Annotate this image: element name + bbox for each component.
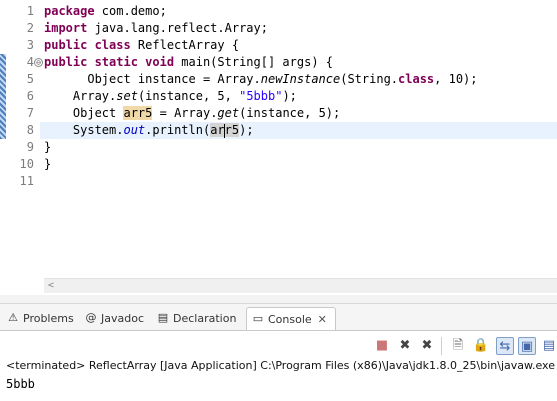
scroll-lock-icon[interactable]: 🔒 xyxy=(472,337,490,355)
code-token: public class xyxy=(44,38,131,52)
code-token: ReflectArray { xyxy=(130,38,240,52)
code-token: System. xyxy=(44,123,124,137)
code-line[interactable]: Object arr5 = Array.get(instance, 5); xyxy=(44,105,557,122)
fold-collapse-icon[interactable]: ⊖ xyxy=(34,58,43,67)
code-line[interactable]: package com.demo; xyxy=(44,3,557,20)
code-token: ar xyxy=(210,123,225,137)
code-line[interactable]: Object instance = Array.newInstance(Stri… xyxy=(44,71,557,88)
code-token: import xyxy=(44,21,88,35)
code-line[interactable]: import java.lang.reflect.Array; xyxy=(44,20,557,37)
tab-console[interactable]: ▭ Console ✕ xyxy=(246,307,336,330)
tab-label: Console xyxy=(268,312,312,326)
tab-declaration[interactable]: ▤ Declaration xyxy=(152,307,244,329)
code-token: } xyxy=(44,157,52,171)
console-toolbar: ■ ✖ ✖ 🗎 🔒 ⇆ ▣ ▤ xyxy=(0,331,557,359)
code-token: , 10); xyxy=(434,72,478,86)
code-line[interactable] xyxy=(44,173,557,190)
code-line[interactable]: public static void main(String[] args) { xyxy=(44,54,557,71)
code-token: } xyxy=(44,140,52,154)
code-token: (instance, 5); xyxy=(239,106,341,120)
line-number: 9 xyxy=(26,140,34,154)
declaration-icon: ▤ xyxy=(157,311,169,324)
code-editor[interactable]: 1 2 3 4 ⊖ 5 6 7 8 9 10 11 package com.demo; import j… xyxy=(0,0,557,295)
editor-view-splitter[interactable] xyxy=(0,295,557,304)
code-line[interactable]: Array.set(instance, 5, "5bbb"); xyxy=(44,88,557,105)
console-icon: ▭ xyxy=(252,312,264,325)
word-wrap-icon[interactable]: ⇆ xyxy=(496,337,514,355)
line-number: 2 xyxy=(26,21,34,35)
code-token: Object instance = Array. xyxy=(44,72,261,86)
tab-label: Declaration xyxy=(173,311,237,325)
remove-launch-icon[interactable]: ✖ xyxy=(396,337,414,355)
scroll-left-arrow-icon[interactable]: < xyxy=(44,279,58,293)
code-line[interactable]: System.out.println(arr5); xyxy=(40,122,557,139)
clear-console-icon[interactable]: 🗎 xyxy=(449,337,467,355)
line-number-gutter: 1 2 3 4 ⊖ 5 6 7 8 9 10 11 xyxy=(6,0,43,295)
code-token: ); xyxy=(239,123,254,137)
javadoc-icon: @ xyxy=(85,311,97,324)
console-output[interactable]: 5bbb xyxy=(6,376,557,392)
line-number: 6 xyxy=(26,89,34,103)
code-token: newInstance xyxy=(260,72,341,86)
tab-label: Problems xyxy=(23,311,74,325)
line-number: 7 xyxy=(26,106,34,120)
view-tab-bar: ⚠ Problems @ Javadoc ▤ Declaration ▭ Console ✕ xyxy=(0,304,557,331)
problems-icon: ⚠ xyxy=(8,311,18,324)
code-token: out xyxy=(123,123,146,137)
code-line[interactable]: } xyxy=(44,139,557,156)
code-line[interactable]: } xyxy=(44,156,557,173)
code-token: .println( xyxy=(145,123,211,137)
code-token: (instance, 5, xyxy=(137,89,240,103)
code-token: (String. xyxy=(340,72,399,86)
code-token: Array. xyxy=(44,89,117,103)
code-token: class xyxy=(398,72,435,86)
display-console-icon[interactable]: ▤ xyxy=(540,337,557,355)
code-token: get xyxy=(217,106,240,120)
code-token: set xyxy=(116,89,138,103)
tab-javadoc[interactable]: @ Javadoc xyxy=(80,307,150,329)
code-token: Object xyxy=(44,106,124,120)
line-number: 1 xyxy=(26,4,34,18)
code-token: com.demo; xyxy=(94,4,167,18)
show-on-output-icon[interactable]: ▣ xyxy=(518,337,536,355)
line-number: 5 xyxy=(26,72,34,86)
line-number: 4 xyxy=(26,55,34,69)
line-number: 10 xyxy=(19,157,34,171)
code-area[interactable]: package com.demo; import java.lang.reflec… xyxy=(40,0,557,280)
line-number: 8 xyxy=(26,123,34,137)
code-token: arr5 xyxy=(123,106,153,120)
console-process-header: <terminated> ReflectArray [Java Applicat… xyxy=(6,359,555,372)
code-token: ); xyxy=(282,89,297,103)
remove-all-launches-icon[interactable]: ✖ xyxy=(418,337,436,355)
horizontal-scrollbar[interactable]: < xyxy=(44,278,557,293)
code-token: r5 xyxy=(224,123,240,137)
code-token: = Array. xyxy=(152,106,218,120)
toolbar-separator xyxy=(441,337,442,355)
close-icon[interactable]: ✕ xyxy=(318,313,327,326)
code-token: public static void xyxy=(44,55,175,69)
tab-label: Javadoc xyxy=(101,311,144,325)
line-number: 3 xyxy=(26,38,34,52)
line-number: 11 xyxy=(19,174,34,188)
code-token: main(String[] args) { xyxy=(174,55,333,69)
code-token: java.lang.reflect.Array; xyxy=(87,21,268,35)
code-line[interactable]: public class ReflectArray { xyxy=(44,37,557,54)
terminate-icon[interactable]: ■ xyxy=(373,337,391,355)
code-token: package xyxy=(44,4,95,18)
tab-problems[interactable]: ⚠ Problems xyxy=(2,307,78,329)
code-token: "5bbb" xyxy=(239,89,283,103)
